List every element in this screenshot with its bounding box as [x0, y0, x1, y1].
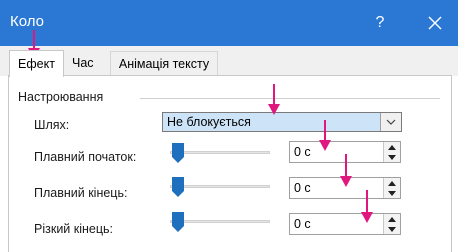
title-bar[interactable]: Коло ? [0, 0, 458, 46]
tab-effect[interactable]: Ефект [9, 50, 64, 77]
triangle-up-icon [388, 216, 396, 222]
tab-label: Анімація тексту [118, 56, 210, 71]
triangle-up-icon [388, 144, 396, 150]
down-arrow-icon [361, 190, 373, 223]
slider-thumb[interactable] [172, 212, 184, 232]
question-mark-icon: ? [375, 14, 385, 31]
dialog-window: Коло ? Ефект Час Анімація тексту Настрою… [0, 0, 458, 252]
down-arrow-icon [319, 120, 331, 151]
close-button[interactable] [412, 0, 458, 46]
sharp-end-label: Різкий кінець: [34, 222, 113, 236]
chevron-down-icon [386, 119, 396, 125]
triangle-up-icon [388, 180, 396, 186]
path-label: Шлях: [34, 118, 70, 132]
spin-down-button[interactable] [383, 224, 400, 234]
group-title: Настроювання [18, 90, 108, 104]
slider-track [170, 220, 270, 223]
help-button[interactable]: ? [357, 0, 403, 46]
smooth-start-label: Плавний початок: [34, 150, 137, 164]
close-icon [428, 16, 442, 30]
smooth-start-value: 0 с [294, 145, 311, 159]
sharp-end-value: 0 с [294, 217, 311, 231]
window-title: Коло [10, 13, 45, 30]
slider-track [170, 151, 270, 154]
spin-down-button[interactable] [383, 188, 400, 198]
triangle-down-icon [388, 226, 396, 232]
path-value: Не блокується [167, 115, 251, 129]
spin-down-button[interactable] [383, 152, 400, 162]
down-arrow-icon [340, 154, 352, 187]
tab-text-animation[interactable]: Анімація тексту [110, 51, 218, 75]
tab-strip: Ефект Час Анімація тексту [0, 46, 458, 77]
triangle-down-icon [388, 190, 396, 196]
tab-label: Ефект [18, 57, 55, 71]
tab-label: Час [72, 56, 94, 70]
slider-thumb[interactable] [172, 143, 184, 163]
sharp-end-spinner[interactable]: 0 с [289, 213, 401, 235]
group-divider [140, 98, 440, 99]
smooth-start-slider[interactable] [170, 143, 270, 163]
smooth-end-label: Плавний кінець: [34, 186, 128, 200]
slider-track [170, 185, 270, 188]
down-arrow-icon [268, 84, 280, 115]
path-dropdown[interactable]: Не блокується [162, 112, 402, 132]
tab-timing[interactable]: Час [66, 52, 106, 74]
sharp-end-slider[interactable] [170, 212, 270, 232]
smooth-end-value: 0 с [294, 181, 311, 195]
triangle-down-icon [388, 154, 396, 160]
smooth-end-slider[interactable] [170, 177, 270, 197]
slider-thumb[interactable] [172, 177, 184, 197]
dropdown-button[interactable] [380, 113, 401, 131]
